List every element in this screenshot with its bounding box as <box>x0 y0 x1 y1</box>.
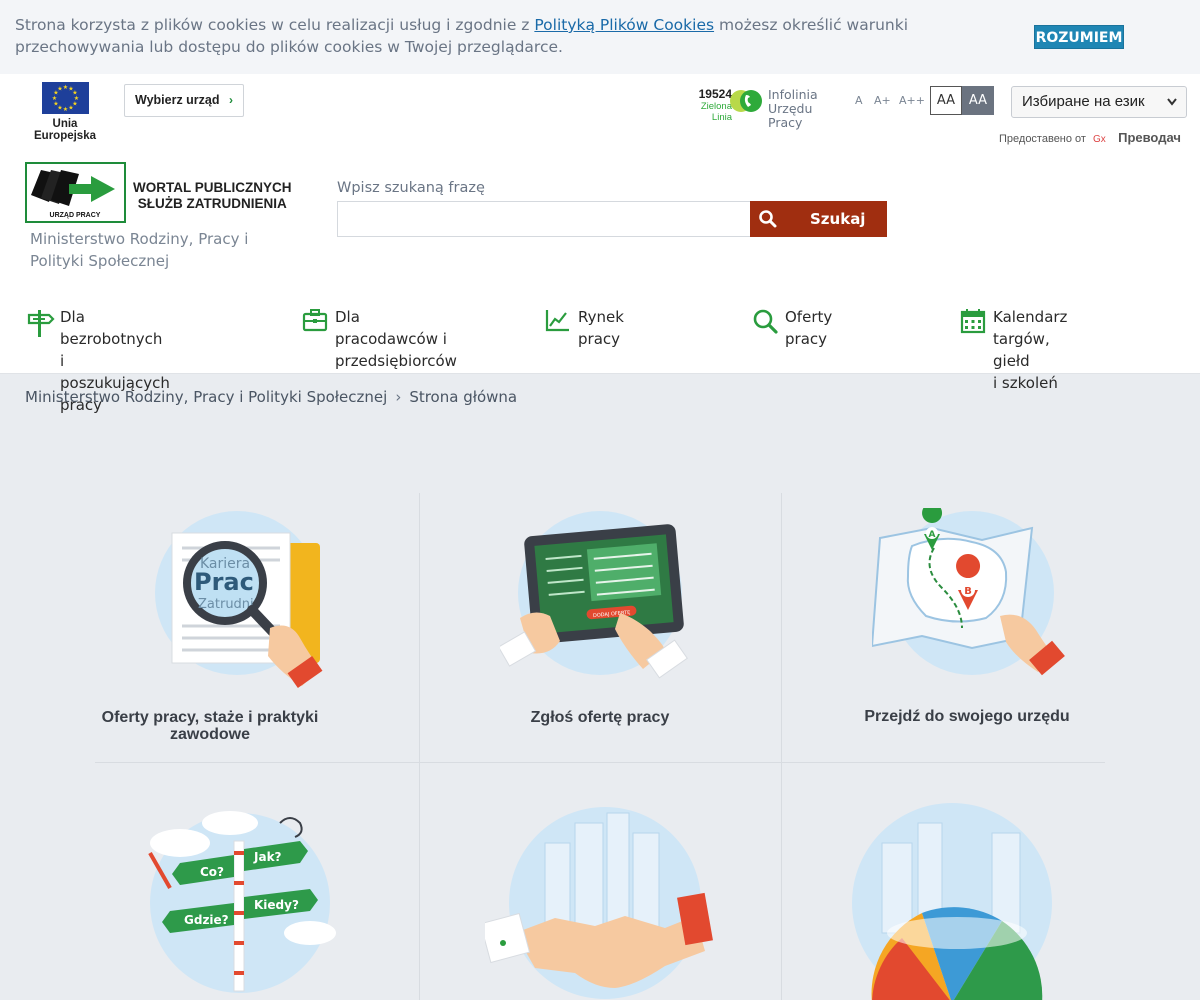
ministry-name: Ministerstwo Rodziny, Pracy i Polityki S… <box>30 230 249 270</box>
cookie-text: Strona korzysta z plików cookies w celu … <box>15 16 909 56</box>
breadcrumb-ministry-link[interactable]: Ministerstwo Rodziny, Pracy i Polityki S… <box>25 388 387 406</box>
tile-your-office[interactable]: A B Przejdź do swojego urzędu <box>782 493 1200 762</box>
svg-text:Gdzie?: Gdzie? <box>184 913 229 927</box>
search-input[interactable] <box>337 201 751 237</box>
tile-post-offer[interactable]: DODAJ OFERTĘ Zgłoś ofertę pracy <box>420 493 781 762</box>
site-logo[interactable]: URZĄD PRACY WORTAL PUBLICZNYCH SŁUŻB ZAT… <box>25 162 295 224</box>
svg-text:★: ★ <box>62 106 67 113</box>
breadcrumb: Ministerstwo Rodziny, Pracy i Polityki S… <box>25 388 517 406</box>
choose-office-label: Wybierz urząd <box>135 93 220 107</box>
handshake-illustration-icon <box>485 807 713 999</box>
eu-label: Unia Europejska <box>34 118 96 142</box>
chevron-down-icon <box>1166 87 1178 129</box>
tiles-grid: Kariera Prac Zatrudni Oferty pracy, staż… <box>0 493 1200 1000</box>
breadcrumb-separator: › <box>395 388 402 406</box>
nav-labour-market-label: Rynek pracy <box>578 308 624 348</box>
contrast-normal-button[interactable]: AA <box>930 86 962 115</box>
briefcase-icon <box>302 309 328 332</box>
signposts-illustration-icon: Co? Jak? Gdzie? Kiedy? <box>148 811 336 993</box>
nav-employers-label: Dla pracodawców i <box>335 308 447 348</box>
cookie-policy-link[interactable]: Polityką Plików Cookies <box>534 16 714 34</box>
calendar-icon <box>960 309 986 334</box>
svg-text:Co?: Co? <box>200 865 224 879</box>
svg-text:Zatrudni: Zatrudni <box>198 597 254 612</box>
cookie-bar: Strona korzysta z plików cookies w celu … <box>0 0 1200 74</box>
accept-cookies-button[interactable]: ROZUMIEM <box>1034 25 1124 49</box>
chart-icon <box>545 310 569 332</box>
chevron-right-icon: › <box>229 93 233 107</box>
search-icon <box>759 210 777 228</box>
nav-unemployed-label: Dla bezrobotnych i <box>60 308 163 370</box>
contrast-high-button[interactable]: AA <box>962 86 994 115</box>
tile-cooperation[interactable] <box>420 763 781 1000</box>
infoline[interactable]: 19524 Zielona Linia Infolinia Urzędu Pra… <box>680 88 850 130</box>
font-size-large-button[interactable]: A+ <box>874 94 891 107</box>
svg-text:★: ★ <box>57 86 62 93</box>
pie-chart-illustration-icon <box>852 803 1052 1000</box>
svg-text:Prac: Prac <box>194 568 254 596</box>
tile-job-offers[interactable]: Kariera Prac Zatrudni Oferty pracy, staż… <box>0 493 419 762</box>
infoline-number: 19524 Zielona Linia <box>698 87 732 124</box>
language-select[interactable]: Избиране на език <box>1011 86 1187 118</box>
job-search-illustration-icon: Kariera Prac Zatrudni <box>155 511 323 688</box>
svg-text:Kiedy?: Kiedy? <box>254 898 299 912</box>
svg-text:URZĄD PRACY: URZĄD PRACY <box>50 212 101 219</box>
magnifier-icon <box>753 309 778 334</box>
tile-statistics[interactable] <box>782 763 1200 1000</box>
breadcrumb-current: Strona główna <box>409 388 518 406</box>
map-illustration-icon: A B <box>872 508 1065 676</box>
tile-career-guidance[interactable]: Co? Jak? Gdzie? Kiedy? <box>0 763 419 1000</box>
urzad-pracy-logo-icon: URZĄD PRACY <box>25 162 126 223</box>
tablet-illustration-icon: DODAJ OFERTĘ <box>500 511 688 679</box>
nav-employers-label-2: przedsiębiorców <box>335 352 457 370</box>
search-label: Wpisz szukaną frazę <box>337 180 485 196</box>
eu-flag-icon: ★ ★★ ★★★ ★★★ ★★★ <box>41 82 89 114</box>
tile-post-offer-label: Zgłoś ofertę pracy <box>530 709 670 726</box>
phone-icon <box>730 90 762 112</box>
eu-logo: ★ ★ ★ ★ ★ ★ ★ ★ ★ ★ ★ ★ Unia Europejska <box>20 82 110 142</box>
logo-title: WORTAL PUBLICZNYCH SŁUŻB ZATRUDNIENIA <box>133 180 292 211</box>
choose-office-button[interactable]: Wybierz urząd › <box>124 84 244 117</box>
svg-text:★: ★ <box>68 105 73 112</box>
nav-calendar-label: Kalendarz targów, giełd <box>993 308 1068 370</box>
site-header: ★ ★ ★ ★ ★ ★ ★ ★ ★ ★ ★ ★ Unia Europejska Wybierz … <box>0 74 1200 414</box>
search-button-label: Szukaj <box>810 210 866 228</box>
tile-your-office-label: Przejdź do swojego urzędu <box>864 708 1070 725</box>
svg-text:B: B <box>964 586 972 597</box>
tile-job-offers-label: Oferty pracy, staże i praktyki zawodowe <box>101 709 319 743</box>
font-size-xlarge-button[interactable]: A++ <box>899 94 925 107</box>
google-icon: Gx <box>1093 134 1106 145</box>
search-button[interactable]: Szukaj <box>750 201 887 237</box>
translate-link[interactable]: Преводач <box>1118 130 1181 145</box>
infoline-text: Infolinia Urzędu Pracy <box>768 87 818 130</box>
powered-by-translate: Предоставено от Gx Преводач <box>999 130 1181 145</box>
signpost-icon <box>27 310 55 337</box>
svg-text:A: A <box>929 530 936 540</box>
nav-job-offers-label: Oferty pracy <box>785 308 833 348</box>
nav-calendar-label-2: i szkoleń <box>993 374 1058 392</box>
svg-text:Jak?: Jak? <box>253 850 282 864</box>
font-size-normal-button[interactable]: A <box>855 94 863 107</box>
